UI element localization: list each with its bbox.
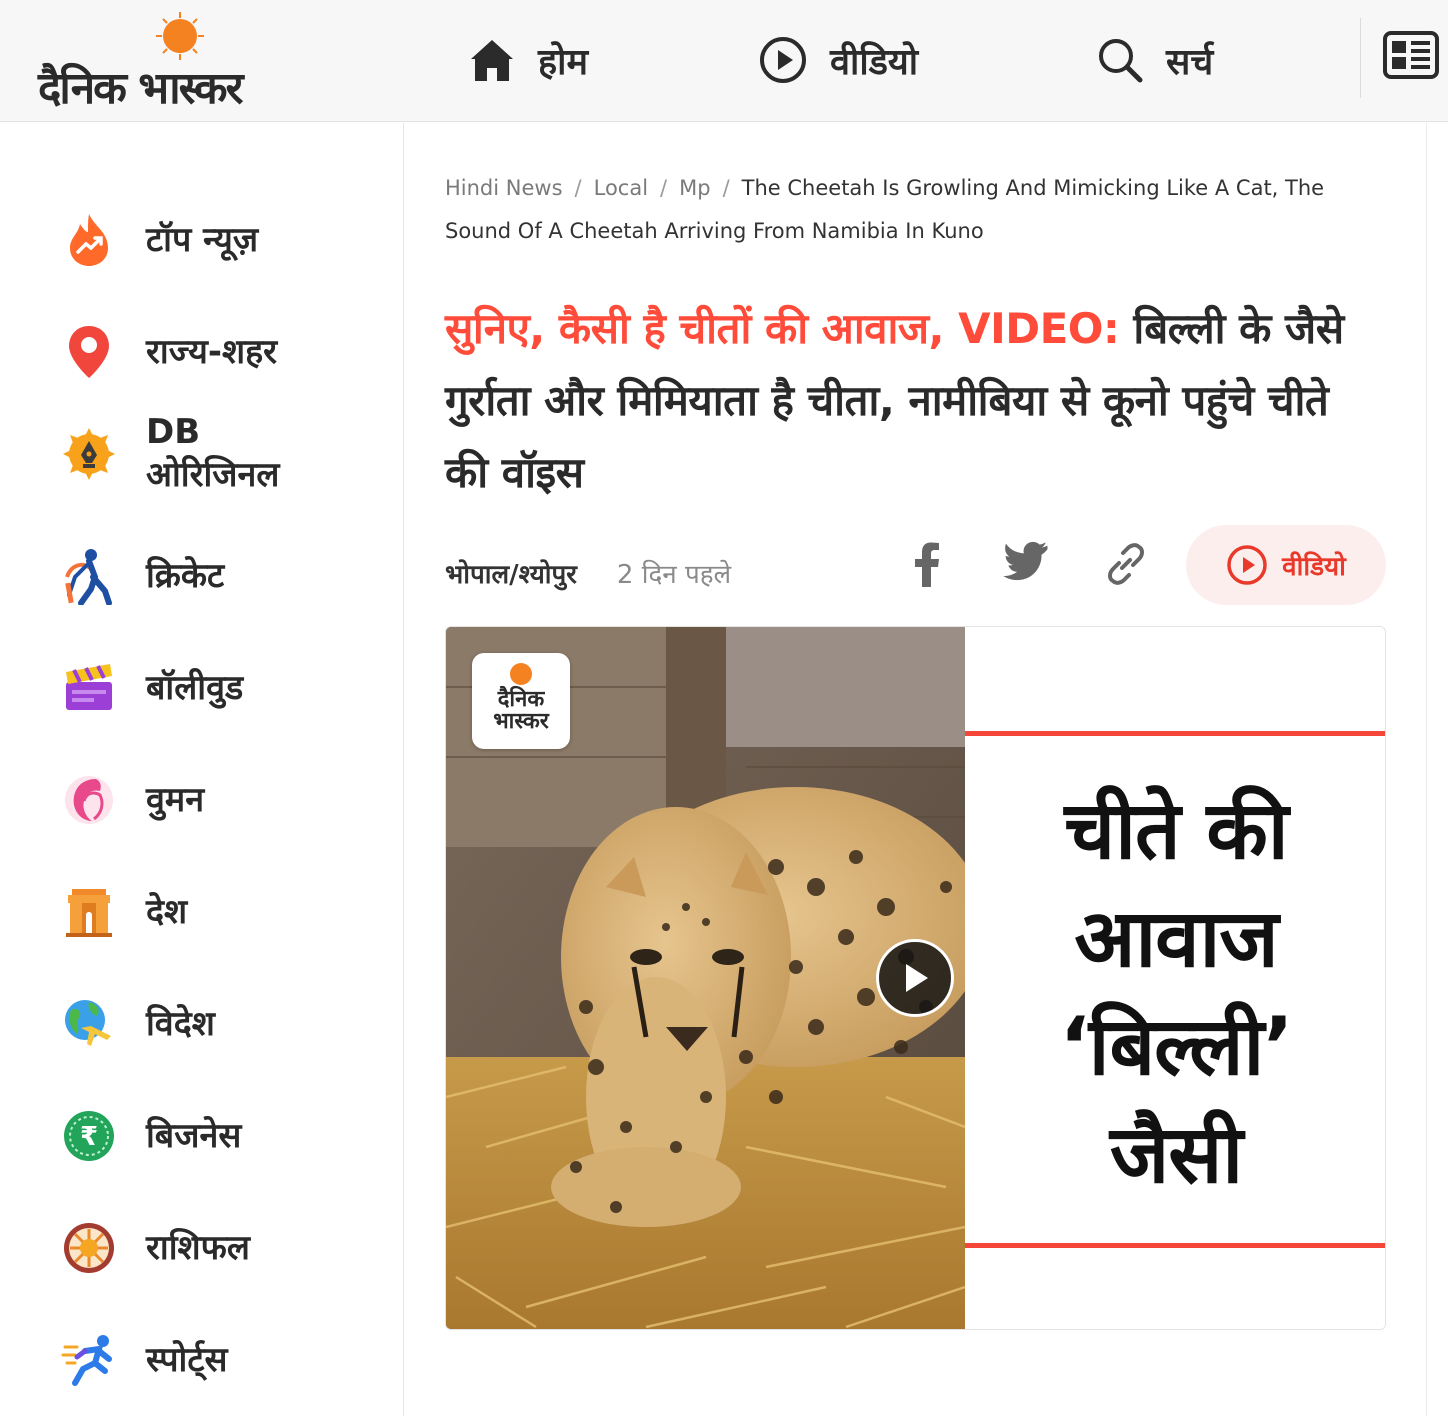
- svg-text:₹: ₹: [80, 1122, 98, 1152]
- article-video-thumbnail[interactable]: दैनिक भास्कर चीते की आवाज ‘बिल्ली’ जैसी: [445, 626, 1386, 1330]
- breadcrumb-local[interactable]: Local: [594, 176, 648, 200]
- caption-line: ‘बिल्ली’: [1059, 1000, 1293, 1093]
- nav-home[interactable]: होम: [468, 28, 588, 92]
- watermark-sun-icon: [510, 663, 532, 685]
- sidebar-item-label: टॉप न्यूज़: [146, 219, 259, 260]
- nav-video-label: वीडियो: [830, 41, 919, 83]
- india-gate-icon: [66, 889, 112, 937]
- caption-line: आवाज: [1074, 892, 1278, 985]
- video-caption: चीते की आवाज ‘बिल्ली’ जैसी: [965, 777, 1385, 1209]
- article-main: Hindi News / Local / Mp / The Cheetah Is Growl…: [405, 123, 1427, 1416]
- play-icon: [906, 964, 928, 992]
- sidebar-item-label: देश: [146, 891, 188, 932]
- sidebar-item-bollywood[interactable]: बॉलीवुड: [60, 659, 243, 717]
- sidebar-item-cricket[interactable]: क्रिकेट: [60, 547, 224, 605]
- nav-video[interactable]: वीडियो: [758, 28, 918, 92]
- sidebar-item-label: DB ओरिजिनल: [146, 412, 280, 495]
- sidebar-item-label: राशिफल: [146, 1227, 250, 1268]
- sidebar: टॉप न्यूज़ राज्य-शहर DB ओरिजिनल क्रिकेट …: [0, 123, 404, 1416]
- sidebar-item-label: बॉलीवुड: [146, 667, 244, 708]
- caption-top-rule: [965, 731, 1385, 736]
- woman-face-icon: [65, 776, 113, 824]
- rupee-coin-icon: ₹: [64, 1111, 114, 1161]
- nav-divider: [1360, 18, 1361, 98]
- sidebar-item-business[interactable]: ₹ बिजनेस: [60, 1107, 241, 1165]
- sidebar-item-label: राज्य-शहर: [146, 331, 278, 372]
- sidebar-item-label: स्पोर्ट्स: [146, 1339, 228, 1380]
- caption-bottom-rule: [965, 1243, 1385, 1248]
- clapperboard-icon: [66, 664, 112, 710]
- sidebar-item-woman[interactable]: वुमन: [60, 771, 204, 829]
- video-caption-panel: चीते की आवाज ‘बिल्ली’ जैसी: [965, 627, 1385, 1329]
- facebook-share-icon[interactable]: [907, 541, 947, 589]
- sidebar-item-videsh[interactable]: विदेश: [60, 995, 215, 1053]
- breadcrumb-separator: /: [660, 176, 668, 200]
- pen-nib-badge-icon: [63, 427, 115, 480]
- caption-line: चीते की: [1064, 784, 1288, 877]
- runner-icon: [61, 1335, 112, 1386]
- sidebar-item-sports[interactable]: स्पोर्ट्स: [60, 1331, 227, 1389]
- breadcrumb-mp[interactable]: Mp: [679, 176, 710, 200]
- breadcrumb-separator: /: [574, 176, 582, 200]
- sidebar-item-label: बिजनेस: [146, 1115, 242, 1156]
- play-circle-icon: [760, 37, 806, 83]
- article-headline: सुनिए, कैसी है चीतों की आवाज, VIDEO: बिल…: [445, 293, 1375, 509]
- search-icon: [1099, 39, 1143, 83]
- watch-video-label: वीडियो: [1282, 552, 1346, 582]
- logo-wordmark: दैनिक भास्कर: [38, 63, 244, 114]
- twitter-share-icon[interactable]: [1003, 541, 1049, 585]
- top-header: दैनिक भास्कर होम वीडियो सर्च: [0, 0, 1448, 122]
- sidebar-item-rashifal[interactable]: राशिफल: [60, 1219, 250, 1277]
- headline-highlight: सुनिए, कैसी है चीतों की आवाज, VIDEO:: [445, 304, 1120, 353]
- fire-trend-icon: [70, 214, 108, 266]
- location-pin-icon: [69, 326, 109, 378]
- nav-search-label: सर्च: [1166, 41, 1214, 83]
- site-logo[interactable]: दैनिक भास्कर: [36, 6, 326, 116]
- home-icon: [471, 40, 513, 81]
- sidebar-item-label: क्रिकेट: [146, 555, 225, 596]
- sidebar-item-states[interactable]: राज्य-शहर: [60, 323, 277, 381]
- caption-line: जैसी: [1109, 1108, 1243, 1201]
- article-time: 2 दिन पहले: [616, 560, 732, 590]
- sun-logo-icon: [156, 12, 204, 60]
- cricket-batsman-icon: [65, 549, 112, 605]
- nav-search[interactable]: सर्च: [1096, 28, 1213, 92]
- play-circle-icon: [1227, 545, 1267, 585]
- newspaper-icon[interactable]: [1382, 30, 1440, 80]
- article-location: भोपाल/श्योपुर: [445, 560, 577, 590]
- video-play-button[interactable]: [876, 939, 954, 1017]
- dainik-bhaskar-watermark: दैनिक भास्कर: [472, 653, 570, 749]
- watch-video-button[interactable]: वीडियो: [1186, 525, 1386, 605]
- sidebar-item-desh[interactable]: देश: [60, 883, 187, 941]
- zodiac-sun-icon: [64, 1223, 114, 1273]
- sidebar-item-top-news[interactable]: टॉप न्यूज़: [60, 211, 258, 269]
- breadcrumb: Hindi News / Local / Mp / The Cheetah Is Growl…: [445, 167, 1365, 253]
- breadcrumb-hindi-news[interactable]: Hindi News: [445, 176, 563, 200]
- sidebar-item-db-original[interactable]: DB ओरिजिनल: [60, 411, 336, 496]
- sidebar-item-label: विदेश: [146, 1003, 215, 1044]
- watermark-text: दैनिक भास्कर: [493, 687, 549, 734]
- globe-plane-icon: [65, 1000, 111, 1046]
- copy-link-icon[interactable]: [1103, 541, 1149, 587]
- article-meta: भोपाल/श्योपुर 2 दिन पहले: [445, 553, 731, 593]
- breadcrumb-separator: /: [722, 176, 730, 200]
- sidebar-item-label: वुमन: [146, 779, 205, 820]
- nav-home-label: होम: [538, 41, 588, 83]
